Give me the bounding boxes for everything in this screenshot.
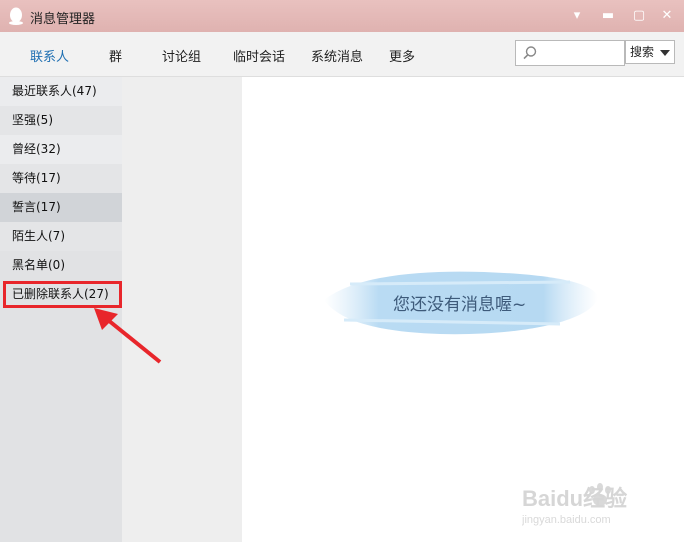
tab-contacts[interactable]: 联系人	[30, 46, 69, 65]
window-title: 消息管理器	[30, 12, 96, 27]
menu-dropdown-icon[interactable]: ▾	[566, 6, 588, 26]
annotation-arrow-icon	[94, 308, 162, 364]
group-blacklist[interactable]: 黑名单(0)	[0, 251, 122, 280]
search-button[interactable]: 搜索	[625, 40, 675, 64]
baidu-jingyan-watermark: Baidu经验 jingyan.baidu.com	[522, 483, 627, 526]
empty-message: 您还没有消息喔~	[393, 295, 527, 315]
tab-bar: 联系人 群 讨论组 临时会话 系统消息 更多 搜索	[0, 32, 684, 77]
chevron-down-icon[interactable]	[660, 50, 670, 56]
title-bar: 消息管理器 ▾ ▬ ▢ ✕	[0, 0, 684, 32]
tab-system-messages[interactable]: 系统消息	[311, 46, 363, 65]
search-icon	[523, 46, 537, 60]
group-jianqiang[interactable]: 坚强(5)	[0, 106, 122, 135]
watermark-url: jingyan.baidu.com	[522, 514, 611, 526]
tab-more[interactable]: 更多	[389, 46, 415, 65]
search-button-label: 搜索	[630, 45, 655, 59]
group-shiyan[interactable]: 誓言(17)	[0, 193, 122, 222]
minimize-button[interactable]: ▬	[597, 6, 619, 26]
watermark-brand: Baidu经验	[522, 486, 627, 511]
group-strangers[interactable]: 陌生人(7)	[0, 222, 122, 251]
tab-discussions[interactable]: 讨论组	[162, 46, 201, 65]
qq-penguin-icon	[9, 7, 23, 25]
group-cengjing[interactable]: 曾经(32)	[0, 135, 122, 164]
tab-groups[interactable]: 群	[109, 46, 122, 65]
search-input[interactable]	[515, 40, 625, 66]
group-recent[interactable]: 最近联系人(47)	[0, 77, 122, 106]
tab-temp-sessions[interactable]: 临时会话	[233, 46, 285, 65]
maximize-button[interactable]: ▢	[628, 6, 650, 26]
group-dengdai[interactable]: 等待(17)	[0, 164, 122, 193]
close-button[interactable]: ✕	[656, 6, 678, 26]
